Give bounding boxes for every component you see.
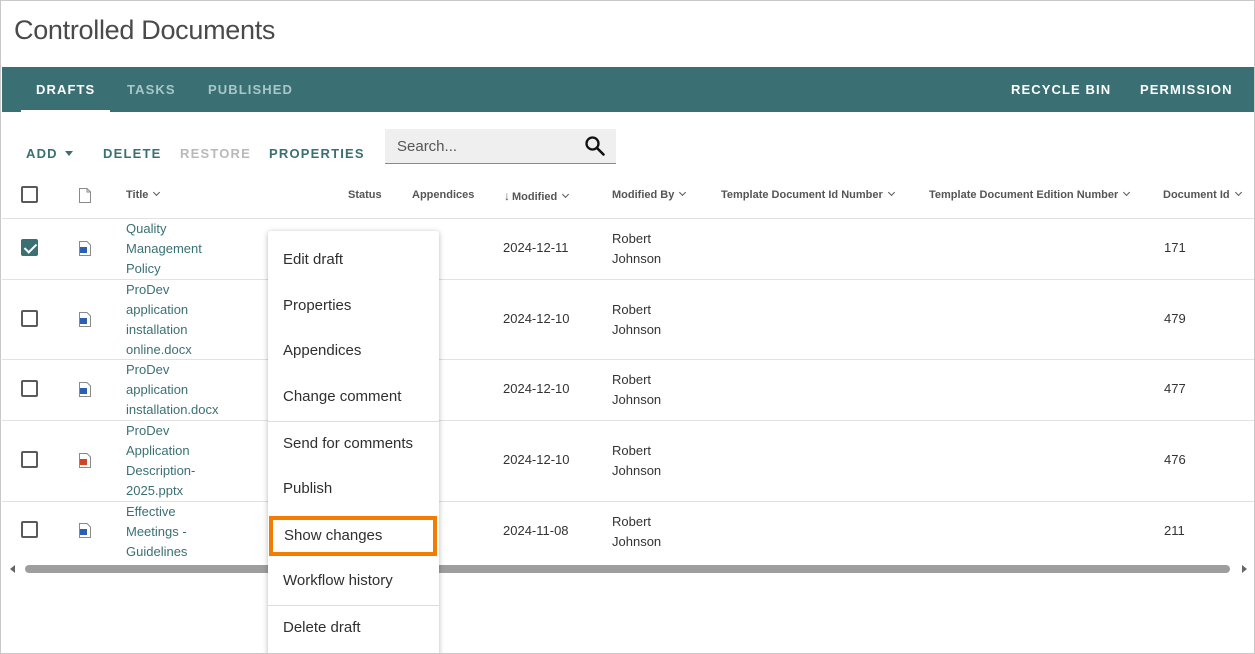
recycle-bin-button[interactable]: RECYCLE BIN xyxy=(1011,67,1111,112)
search-box xyxy=(385,129,616,164)
menu-item-delete-draft[interactable]: Delete draft xyxy=(268,608,439,648)
restore-button[interactable]: RESTORE xyxy=(180,146,251,161)
tab-tasks[interactable]: TASKS xyxy=(127,67,176,112)
context-menu: Edit draft Properties Appendices Change … xyxy=(268,231,439,653)
document-id: 171 xyxy=(1164,240,1186,255)
menu-divider xyxy=(268,421,439,422)
menu-item-publish[interactable]: Publish xyxy=(268,469,439,509)
column-header-title[interactable]: Title xyxy=(126,188,161,201)
column-header-template-edition-label: Template Document Edition Number xyxy=(929,189,1119,201)
file-type-header-icon xyxy=(79,188,91,203)
row-checkbox[interactable] xyxy=(21,239,38,256)
scroll-left-icon[interactable] xyxy=(10,565,15,573)
column-header-modified-label: Modified xyxy=(512,191,558,203)
scroll-right-icon[interactable] xyxy=(1242,565,1247,573)
menu-item-workflow-history[interactable]: Workflow history xyxy=(268,561,439,601)
menu-item-show-changes[interactable]: Show changes xyxy=(269,516,437,556)
menu-item-properties[interactable]: Properties xyxy=(268,286,439,326)
document-id: 476 xyxy=(1164,452,1186,467)
document-title-link[interactable]: Effective Meetings - Guidelines xyxy=(126,502,187,562)
document-title-link[interactable]: ProDev application installation.docx xyxy=(126,360,219,420)
column-header-modified-by-label: Modified By xyxy=(612,189,675,201)
add-button[interactable]: ADD xyxy=(26,146,73,161)
row-checkbox[interactable] xyxy=(21,451,38,468)
chevron-down-icon xyxy=(679,188,687,197)
chevron-down-icon xyxy=(887,188,895,197)
modified-by: Robert Johnson xyxy=(612,231,662,266)
modified-date: 2024-11-08 xyxy=(503,523,569,538)
document-id: 479 xyxy=(1164,311,1186,326)
chevron-down-icon xyxy=(1234,188,1242,197)
menu-item-edit-draft[interactable]: Edit draft xyxy=(268,240,439,280)
column-header-status[interactable]: Status xyxy=(348,189,382,201)
arrow-down-icon: ↓ xyxy=(504,189,510,203)
tab-drafts[interactable]: DRAFTS xyxy=(20,67,111,112)
word-file-icon xyxy=(79,241,91,256)
document-title-link[interactable]: Quality Management Policy xyxy=(126,219,202,279)
column-header-template-id-label: Template Document Id Number xyxy=(721,189,883,201)
search-icon[interactable] xyxy=(584,135,606,157)
chevron-down-icon xyxy=(153,188,161,197)
column-header-modified-by[interactable]: Modified By xyxy=(612,188,687,201)
select-all-checkbox[interactable] xyxy=(21,186,38,203)
modified-by: Robert Johnson xyxy=(612,302,662,337)
modified-date: 2024-12-10 xyxy=(503,381,570,396)
word-file-icon xyxy=(79,523,91,538)
permission-button[interactable]: PERMISSION xyxy=(1140,67,1233,112)
column-header-modified[interactable]: ↓ Modified xyxy=(504,189,570,203)
row-checkbox[interactable] xyxy=(21,521,38,538)
horizontal-scrollbar[interactable] xyxy=(2,561,1254,577)
document-id: 477 xyxy=(1164,381,1186,396)
word-file-icon xyxy=(79,312,91,327)
add-button-label: ADD xyxy=(26,146,58,161)
row-divider xyxy=(2,501,1254,502)
column-header-template-edition[interactable]: Template Document Edition Number xyxy=(929,188,1131,201)
document-id: 211 xyxy=(1164,523,1185,538)
menu-item-send-for-comments[interactable]: Send for comments xyxy=(268,424,439,464)
column-header-document-id-label: Document Id xyxy=(1163,189,1230,201)
modified-date: 2024-12-10 xyxy=(503,311,570,326)
row-checkbox[interactable] xyxy=(21,380,38,397)
modified-date: 2024-12-10 xyxy=(503,452,570,467)
menu-item-appendices[interactable]: Appendices xyxy=(268,331,439,371)
chevron-down-icon xyxy=(1123,188,1131,197)
modified-by: Robert Johnson xyxy=(612,514,662,549)
document-title-link[interactable]: ProDev application installation online.d… xyxy=(126,280,192,360)
document-title-link[interactable]: ProDev Application Description- 2025.ppt… xyxy=(126,421,195,501)
word-file-icon xyxy=(79,382,91,397)
chevron-down-icon xyxy=(562,190,570,199)
column-header-document-id[interactable]: Document Id xyxy=(1163,188,1242,201)
delete-button[interactable]: DELETE xyxy=(103,146,161,161)
row-checkbox[interactable] xyxy=(21,310,38,327)
menu-item-change-comment[interactable]: Change comment xyxy=(268,377,439,417)
column-header-template-id[interactable]: Template Document Id Number xyxy=(721,188,895,201)
search-input[interactable] xyxy=(385,129,575,163)
app-window: Controlled Documents DRAFTS TASKS PUBLIS… xyxy=(0,0,1255,654)
menu-divider xyxy=(268,605,439,606)
modified-by: Robert Johnson xyxy=(612,443,662,478)
column-header-title-label: Title xyxy=(126,189,149,201)
modified-date: 2024-12-11 xyxy=(503,240,569,255)
caret-down-icon xyxy=(64,151,73,156)
page-title: Controlled Documents xyxy=(14,15,276,45)
powerpoint-file-icon xyxy=(79,453,91,468)
properties-button[interactable]: PROPERTIES xyxy=(269,146,365,161)
nav-bar: DRAFTS TASKS PUBLISHED RECYCLE BIN PERMI… xyxy=(2,67,1254,112)
tab-published[interactable]: PUBLISHED xyxy=(208,67,293,112)
scrollbar-thumb[interactable] xyxy=(25,565,1230,573)
modified-by: Robert Johnson xyxy=(612,372,662,407)
column-header-appendices[interactable]: Appendices xyxy=(412,189,474,201)
